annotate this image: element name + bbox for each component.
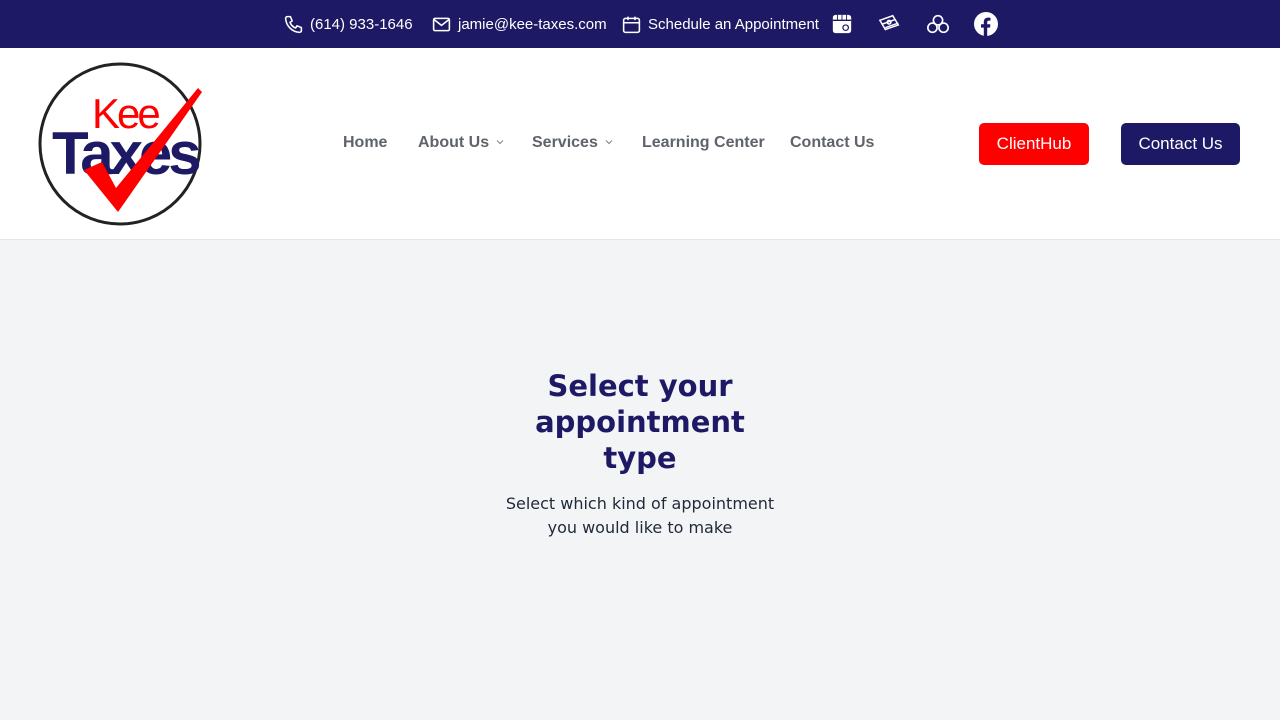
chevron-down-icon	[495, 134, 505, 152]
page-title: Select your appointment type	[490, 368, 790, 476]
site-header: Kee Taxes Home About Us Services Learnin…	[0, 48, 1280, 240]
phone-number: (614) 933-1646	[310, 15, 413, 33]
nav-learning-center[interactable]: Learning Center	[642, 134, 765, 152]
page-subtitle-line: you would like to make	[547, 518, 733, 537]
schedule-link[interactable]: Schedule an Appointment	[621, 0, 819, 48]
page-title-line: type	[603, 441, 677, 475]
nav-home-label: Home	[343, 134, 388, 151]
page-subtitle: Select which kind of appointment you wou…	[500, 492, 780, 540]
nav-contact-us[interactable]: Contact Us	[790, 134, 874, 152]
mail-icon	[431, 14, 452, 35]
facebook-icon[interactable]	[974, 12, 998, 36]
phone-link[interactable]: (614) 933-1646	[283, 0, 413, 48]
page-title-line: appointment	[535, 405, 745, 439]
nav-about-label: About Us	[418, 134, 490, 151]
kee-taxes-logo[interactable]: Kee Taxes	[38, 62, 238, 228]
nav-services-label: Services	[532, 134, 598, 151]
top-bar: (614) 933-1646 jamie@kee-taxes.com Sched…	[0, 0, 1280, 48]
nav-contact-label: Contact Us	[790, 134, 875, 151]
contact-us-button[interactable]: Contact Us	[1121, 123, 1240, 165]
money-icon[interactable]	[878, 12, 902, 36]
nav-home[interactable]: Home	[343, 134, 387, 152]
page-title-line: Select your	[547, 369, 733, 403]
chevron-down-icon	[604, 134, 614, 152]
calendar-icon	[621, 14, 642, 35]
clienthub-button[interactable]: ClientHub	[979, 123, 1089, 165]
page-subtitle-line: Select which kind of appointment	[505, 494, 775, 513]
nav-about-us[interactable]: About Us	[418, 134, 505, 152]
cloud-icon[interactable]	[926, 12, 950, 36]
phone-icon	[283, 14, 304, 35]
email-address: jamie@kee-taxes.com	[458, 15, 607, 33]
nav-services[interactable]: Services	[532, 134, 614, 152]
nav-learning-label: Learning Center	[642, 134, 765, 151]
email-link[interactable]: jamie@kee-taxes.com	[431, 0, 607, 48]
store-icon[interactable]	[830, 12, 854, 36]
schedule-label: Schedule an Appointment	[648, 15, 819, 33]
